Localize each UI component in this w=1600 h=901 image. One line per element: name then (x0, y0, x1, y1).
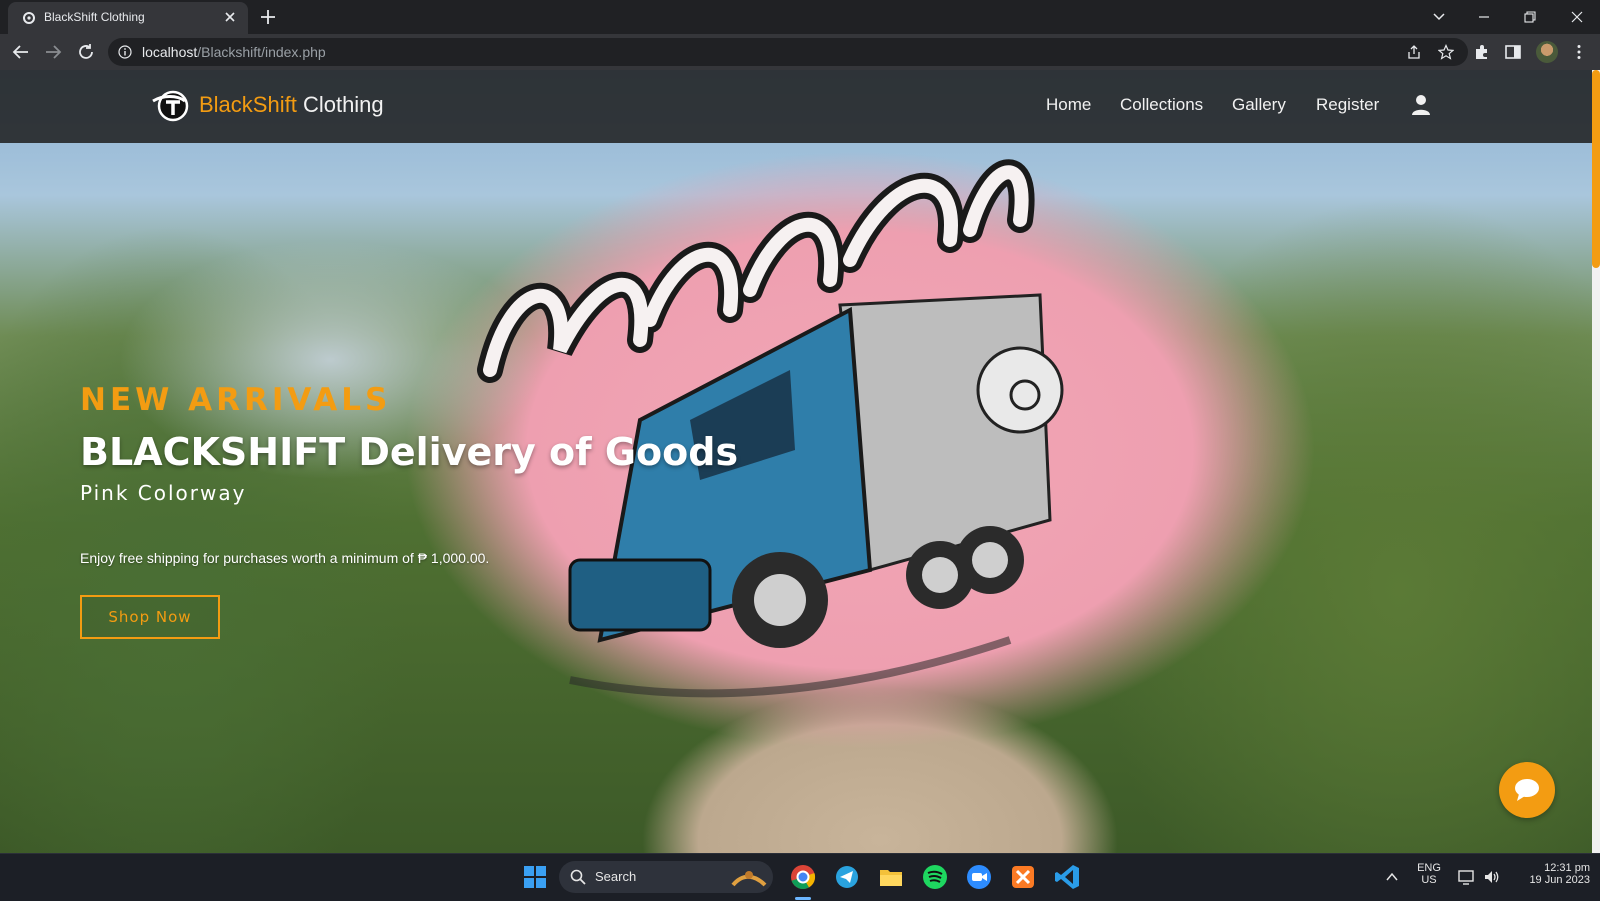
reload-icon[interactable] (75, 41, 97, 63)
side-panel-icon[interactable] (1504, 43, 1522, 61)
xampp-icon[interactable] (1008, 862, 1038, 892)
site-brand[interactable]: BlackShift Clothing (199, 92, 384, 118)
extensions-icon[interactable] (1473, 43, 1491, 61)
taskbar-search[interactable]: Search (559, 861, 773, 893)
share-icon[interactable] (1406, 44, 1422, 60)
volume-icon[interactable] (1483, 869, 1501, 885)
browser-menu-icon[interactable] (1570, 43, 1588, 61)
bookmark-star-icon[interactable] (1438, 44, 1454, 60)
minimize-icon[interactable] (1470, 6, 1498, 28)
tab-favicon-icon (23, 12, 35, 24)
hero-kicker: NEW ARRIVALS (80, 382, 392, 418)
telegram-icon[interactable] (832, 862, 862, 892)
windows-taskbar: Search ENG US 12:31 pm 19 Jun 2023 (0, 853, 1600, 901)
clock-date: 19 Jun 2023 (1529, 874, 1590, 886)
profile-avatar[interactable] (1536, 41, 1558, 63)
language-bottom: US (1421, 874, 1437, 886)
tab-close-icon[interactable] (222, 9, 238, 25)
windows-start-icon[interactable] (520, 862, 550, 892)
url-host: localhost (142, 44, 198, 60)
tab-search-chevron-icon[interactable] (1425, 6, 1453, 28)
hero-description: Enjoy free shipping for purchases worth … (80, 550, 490, 566)
shop-now-button[interactable]: Shop Now (80, 595, 220, 639)
hero-title: BLACKSHIFT Delivery of Goods (80, 430, 739, 474)
nav-collections[interactable]: Collections (1120, 95, 1203, 115)
browser-tab-strip: BlackShift Clothing (0, 0, 1600, 34)
language-top: ENG (1417, 862, 1441, 874)
hero-subtitle: Pink Colorway (80, 481, 247, 505)
hero-section: BlackShift Clothing Home Collections Gal… (0, 70, 1592, 853)
site-info-icon[interactable] (118, 45, 132, 59)
new-tab-icon[interactable] (258, 7, 278, 27)
site-navbar: BlackShift Clothing Home Collections Gal… (0, 70, 1592, 143)
user-icon[interactable] (1411, 94, 1431, 116)
zoom-icon[interactable] (964, 862, 994, 892)
clock-time: 12:31 pm (1544, 862, 1590, 874)
browser-toolbar: localhost/Blackshift/index.php (0, 34, 1600, 70)
nav-register[interactable]: Register (1316, 95, 1379, 115)
address-bar[interactable]: localhost/Blackshift/index.php (108, 38, 1468, 66)
search-highlight-icon (731, 871, 767, 887)
chat-icon (1515, 779, 1539, 801)
blackshift-logo-icon[interactable] (151, 89, 189, 123)
tray-overflow-chevron-icon[interactable] (1385, 870, 1399, 884)
chat-button[interactable] (1499, 762, 1555, 818)
clock[interactable]: 12:31 pm 19 Jun 2023 (1510, 862, 1590, 886)
network-icon[interactable] (1458, 869, 1476, 885)
nav-home[interactable]: Home (1046, 95, 1091, 115)
restore-icon[interactable] (1516, 6, 1544, 28)
browser-tab[interactable]: BlackShift Clothing (8, 2, 248, 34)
taskbar-search-label: Search (595, 869, 637, 884)
search-icon (570, 869, 586, 885)
language-indicator[interactable]: ENG US (1412, 862, 1446, 886)
vscode-icon[interactable] (1052, 862, 1082, 892)
brand-accent-text: BlackShift (199, 92, 297, 117)
nav-gallery[interactable]: Gallery (1232, 95, 1286, 115)
page-scrollbar-thumb[interactable] (1592, 70, 1600, 268)
back-icon[interactable] (10, 41, 32, 63)
url-text: localhost/Blackshift/index.php (142, 44, 326, 60)
tab-title: BlackShift Clothing (44, 10, 145, 24)
spotify-icon[interactable] (920, 862, 950, 892)
chrome-icon[interactable] (788, 862, 818, 892)
file-explorer-icon[interactable] (876, 862, 906, 892)
forward-icon[interactable] (42, 41, 64, 63)
url-path: /Blackshift/index.php (197, 44, 326, 60)
window-close-icon[interactable] (1563, 6, 1591, 28)
brand-rest-text: Clothing (296, 92, 384, 117)
